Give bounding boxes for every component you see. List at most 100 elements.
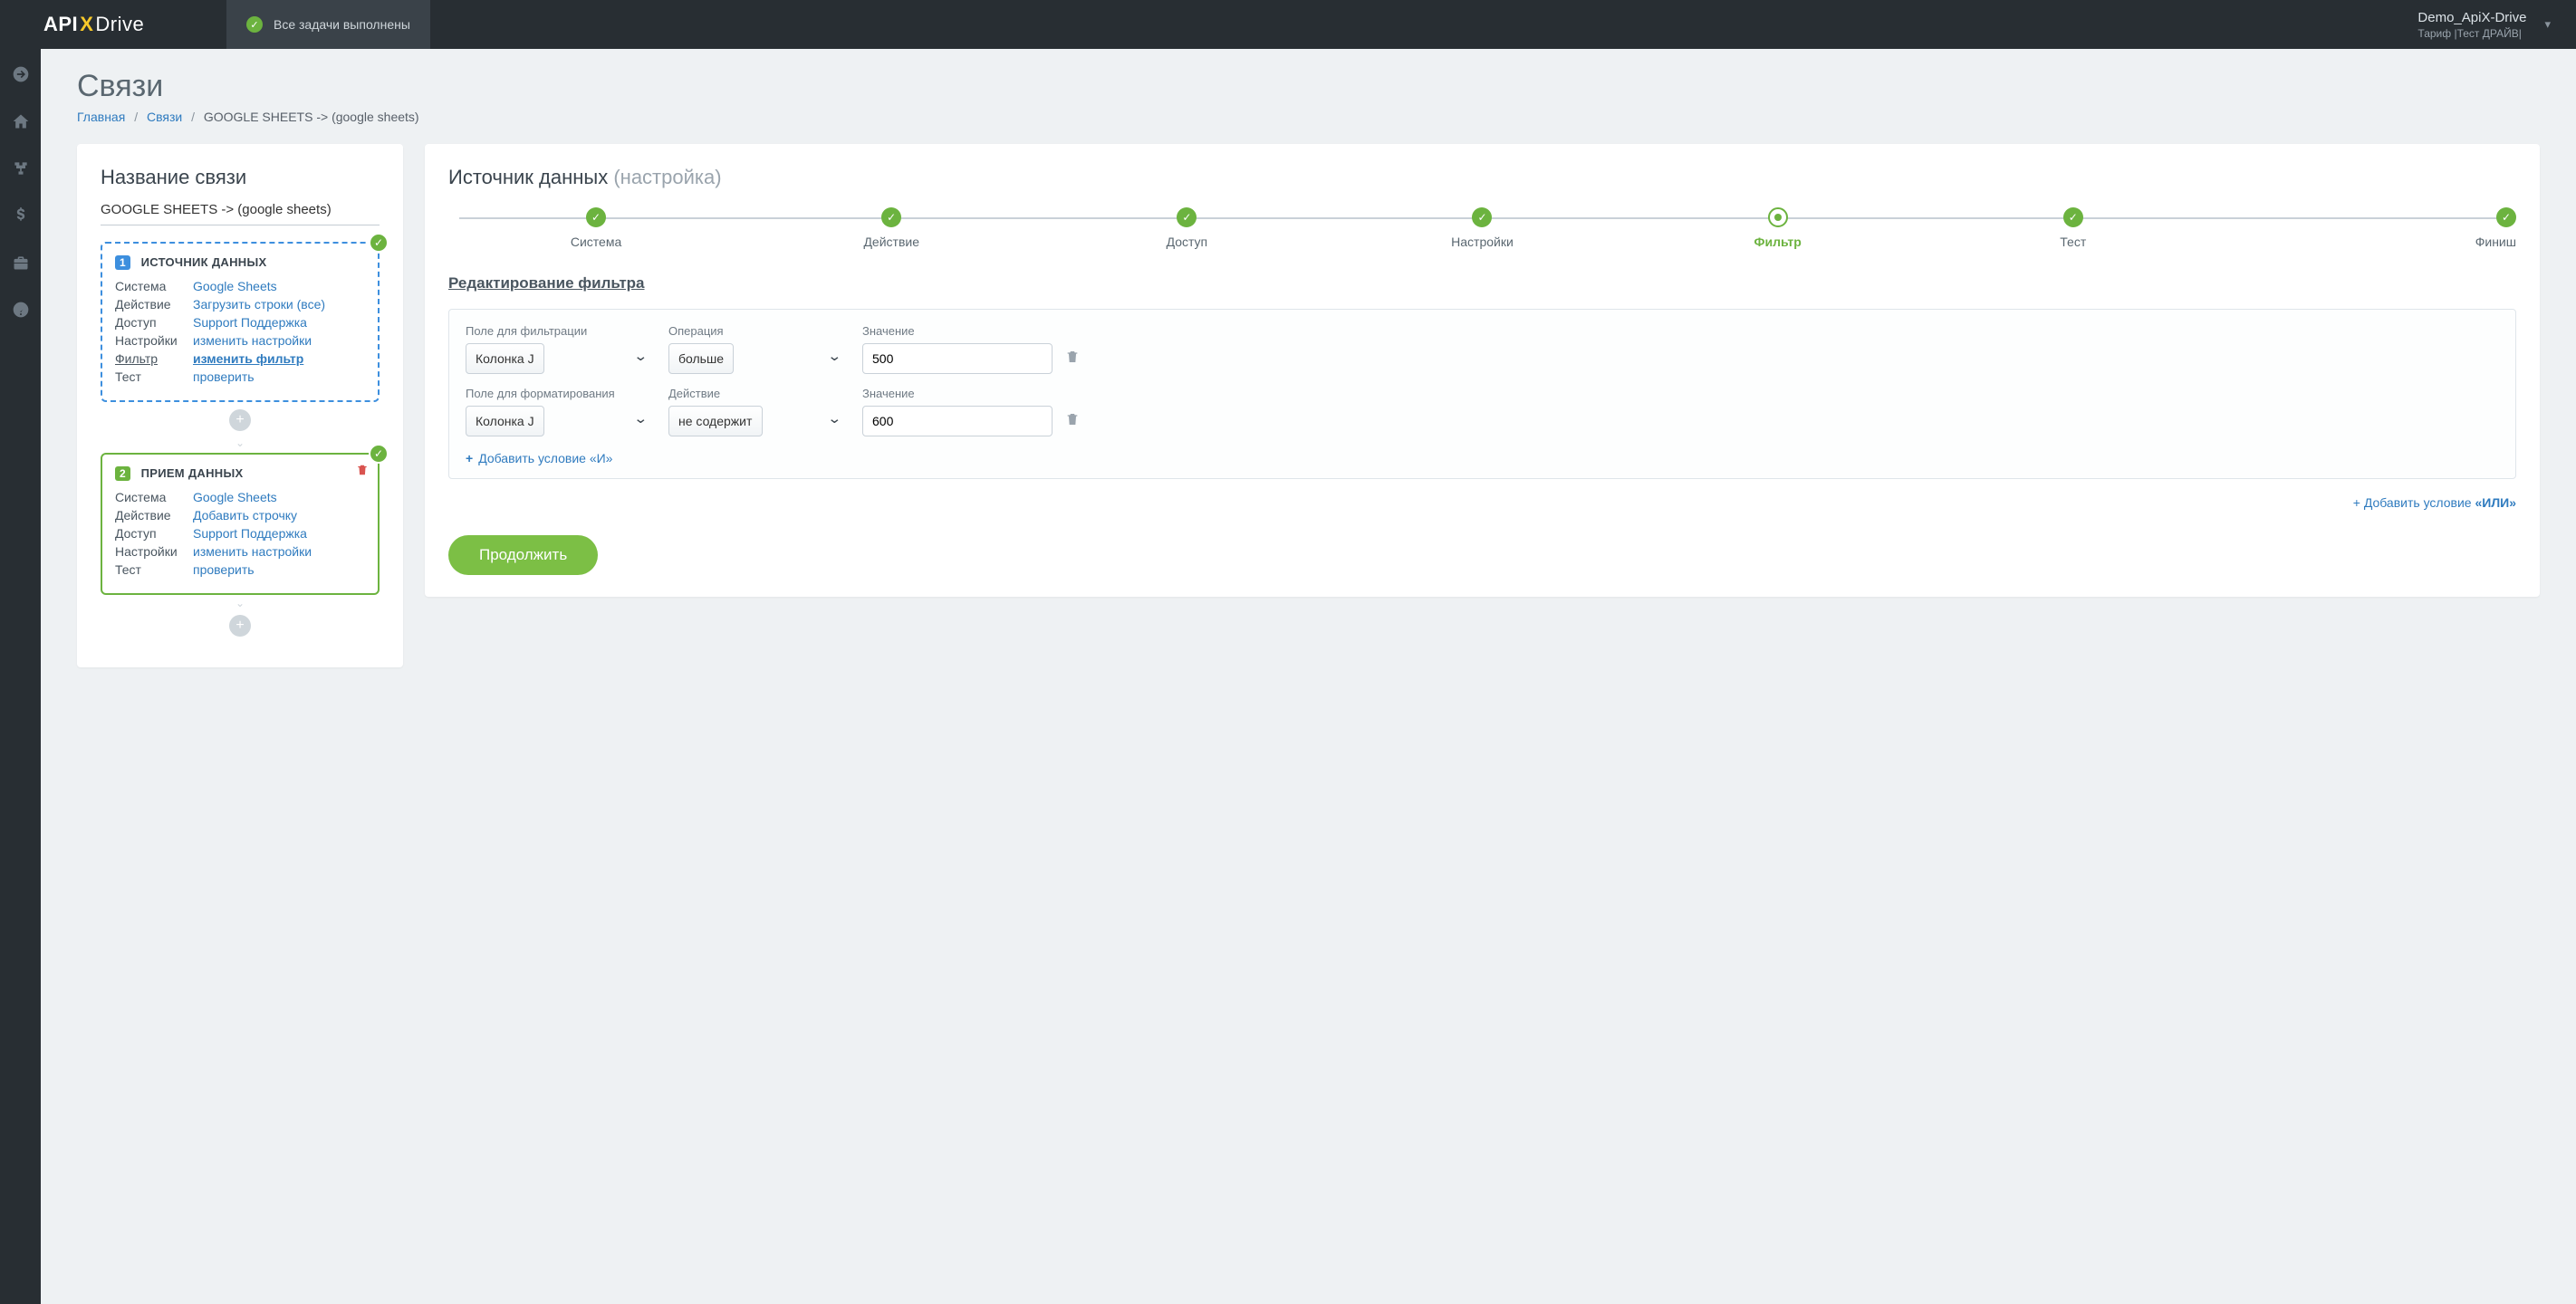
operation-label: Операция [668,324,850,338]
source-action-link[interactable]: Загрузить строки (все) [193,297,325,312]
dest-title: ПРИЕМ ДАННЫХ [141,466,244,480]
source-test-link[interactable]: проверить [193,369,255,384]
chevron-down-icon: ⌄ [101,436,380,449]
settings-headline: Источник данных (настройка) [448,166,2516,189]
plus-icon: + [466,451,473,465]
current-step-icon [1768,207,1788,227]
settings-card: Источник данных (настройка) ✓Система ✓Де… [425,144,2540,597]
filter-value-input[interactable] [862,406,1053,436]
check-icon: ✓ [586,207,606,227]
check-icon: ✓ [1177,207,1197,227]
rail-enter-icon[interactable] [0,60,41,89]
check-icon: ✓ [2496,207,2516,227]
brand-x: X [78,13,95,35]
check-icon: ✓ [369,233,389,253]
source-row: Настройкиизменить настройки [115,333,365,348]
connection-card: Название связи ✓ 1 ИСТОЧНИК ДАННЫХ Систе… [77,144,403,667]
step-system[interactable]: ✓Система [448,207,744,249]
plus-icon: + [2353,495,2364,510]
chevron-down-icon: ▾ [2544,17,2551,32]
filter-field-select[interactable]: Колонка J [466,343,544,374]
chevron-down-icon: ⌄ [101,597,380,609]
filter-op-select[interactable]: не содержит [668,406,763,436]
source-rows: СистемаGoogle Sheets ДействиеЗагрузить с… [115,279,365,384]
check-icon: ✓ [246,16,263,33]
add-destination-button[interactable]: + [229,615,251,637]
stepper: ✓Система ✓Действие ✓Доступ ✓Настройки Фи… [448,207,2516,249]
step-filter[interactable]: Фильтр [1630,207,1926,249]
add-between-button[interactable]: + [229,409,251,431]
crumb-links[interactable]: Связи [147,110,182,124]
step-test[interactable]: ✓Тест [1926,207,2221,249]
rail-briefcase-icon[interactable] [0,248,41,277]
delete-condition-button[interactable] [1065,350,1080,374]
value-label: Значение [862,387,1053,400]
field-label: Поле для форматирования [466,387,656,400]
filter-op-select[interactable]: больше [668,343,734,374]
delete-destination-button[interactable] [356,464,369,479]
action-label: Действие [668,387,850,400]
connection-heading: Название связи [101,166,380,189]
tasks-status: ✓ Все задачи выполнены [226,0,430,49]
brand-part2: Drive [95,13,144,35]
filter-value-input[interactable] [862,343,1053,374]
check-icon: ✓ [2063,207,2083,227]
dest-row: ДействиеДобавить строчку [115,508,365,523]
source-badge: 1 [115,255,130,270]
filter-row: Поле для фильтрации Колонка J Операция б… [466,324,2499,374]
source-system-link[interactable]: Google Sheets [193,279,277,293]
dest-row: СистемаGoogle Sheets [115,490,365,504]
step-action[interactable]: ✓Действие [744,207,1039,249]
delete-condition-button[interactable] [1065,412,1080,436]
step-settings[interactable]: ✓Настройки [1334,207,1629,249]
dest-row: Настройкиизменить настройки [115,544,365,559]
rail-billing-icon[interactable] [0,201,41,230]
account-name: Demo_ApiX-Drive [2417,10,2526,25]
check-icon: ✓ [881,207,901,227]
source-title: ИСТОЧНИК ДАННЫХ [141,255,267,269]
filter-panel: Поле для фильтрации Колонка J Операция б… [448,309,2516,479]
source-row: Тестпроверить [115,369,365,384]
dest-row: ДоступSupport Поддержка [115,526,365,541]
filter-field-select[interactable]: Колонка J [466,406,544,436]
step-finish[interactable]: ✓Финиш [2221,207,2516,249]
destination-block: ✓ 2 ПРИЕМ ДАННЫХ СистемаGoogle Sheets Де… [101,453,380,595]
add-and-condition[interactable]: +Добавить условие «И» [466,451,612,465]
value-label: Значение [862,324,1053,338]
dest-settings-link[interactable]: изменить настройки [193,544,312,559]
topbar: APIXDrive ✓ Все задачи выполнены Demo_Ap… [0,0,2576,49]
continue-button[interactable]: Продолжить [448,535,598,575]
check-icon: ✓ [369,444,389,464]
source-filter-link[interactable]: изменить фильтр [193,351,303,366]
source-row: Фильтризменить фильтр [115,351,365,366]
account-menu[interactable]: Demo_ApiX-Drive Тариф |Тест ДРАЙВ| ▾ [2417,10,2576,40]
dest-action-link[interactable]: Добавить строчку [193,508,297,523]
dest-rows: СистемаGoogle Sheets ДействиеДобавить ст… [115,490,365,577]
page-body: Связи Главная / Связи / GOOGLE SHEETS ->… [41,49,2576,1304]
tasks-status-text: Все задачи выполнены [274,17,410,32]
source-block: ✓ 1 ИСТОЧНИК ДАННЫХ СистемаGoogle Sheets… [101,242,380,402]
dest-system-link[interactable]: Google Sheets [193,490,277,504]
brand-logo[interactable]: APIXDrive [0,13,226,36]
source-row: СистемаGoogle Sheets [115,279,365,293]
dest-access-link[interactable]: Support Поддержка [193,526,307,541]
rail-help-icon[interactable] [0,295,41,324]
add-or-condition[interactable]: + Добавить условие «ИЛИ» [448,495,2516,510]
source-settings-link[interactable]: изменить настройки [193,333,312,348]
source-row: ДействиеЗагрузить строки (все) [115,297,365,312]
connection-name-input[interactable] [101,198,380,225]
dest-badge: 2 [115,466,130,481]
check-icon: ✓ [1472,207,1492,227]
filter-row: Поле для форматирования Колонка J Действ… [466,387,2499,436]
crumb-home[interactable]: Главная [77,110,125,124]
brand-part1: API [43,13,78,35]
account-tariff: Тариф |Тест ДРАЙВ| [2417,27,2526,40]
step-access[interactable]: ✓Доступ [1039,207,1334,249]
rail-connections-icon[interactable] [0,154,41,183]
field-label: Поле для фильтрации [466,324,656,338]
source-access-link[interactable]: Support Поддержка [193,315,307,330]
dest-test-link[interactable]: проверить [193,562,255,577]
rail-home-icon[interactable] [0,107,41,136]
filter-section-title: Редактирование фильтра [448,274,2516,292]
nav-rail [0,49,41,1304]
